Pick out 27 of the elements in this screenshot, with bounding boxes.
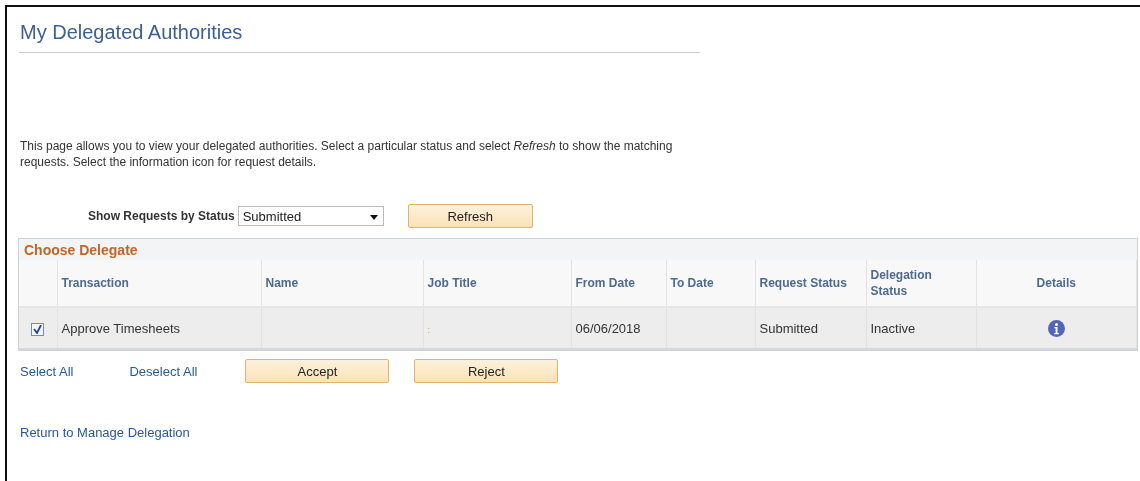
caret-icon bbox=[369, 215, 378, 220]
info-icon[interactable] bbox=[1047, 319, 1065, 337]
status-dropdown[interactable]: Submitted bbox=[237, 206, 384, 226]
intro-text: This page allows you to view your delegated authorities. Select a particular status and select Refresh to show the matching requests. Select the information icon for request details. bbox=[20, 138, 674, 170]
refresh-button[interactable]: Refresh bbox=[407, 204, 533, 228]
column-header: To Date bbox=[666, 260, 755, 307]
return-link[interactable]: Return to Manage Delegation bbox=[20, 425, 190, 440]
table-cell: Inactive bbox=[870, 320, 916, 336]
table-cell: : bbox=[427, 324, 430, 335]
field-label: Show Requests by Status bbox=[88, 209, 235, 223]
column-header: Delegation Status bbox=[866, 260, 976, 307]
reject-button[interactable]: Reject bbox=[414, 359, 559, 383]
table-cell: Submitted bbox=[759, 320, 819, 336]
column-header: Details bbox=[976, 260, 1137, 307]
table-cell: 06/06/2018 bbox=[575, 320, 641, 336]
column-header: Name bbox=[261, 260, 423, 307]
grid-title: Choose Delegate bbox=[24, 241, 138, 258]
accept-button[interactable]: Accept bbox=[245, 359, 390, 383]
checkbox[interactable] bbox=[31, 322, 45, 336]
column-header: From Date bbox=[571, 260, 666, 307]
column-header: Request Status bbox=[755, 260, 866, 307]
table-cell: Approve Timesheets bbox=[61, 320, 180, 336]
deselect-all-link[interactable]: Deselect All bbox=[129, 363, 198, 379]
select-all-link[interactable]: Select All bbox=[20, 363, 74, 379]
column-header: Transaction bbox=[57, 260, 261, 307]
column-header: Job Title bbox=[423, 260, 571, 307]
page-title: My Delegated Authorities bbox=[19, 7, 700, 53]
